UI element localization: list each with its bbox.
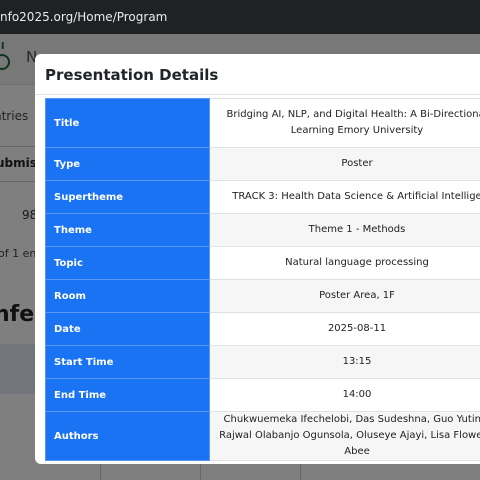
presentation-details-modal: Presentation Details Title Bridging AI, … (35, 54, 480, 464)
details-row-topic: Topic Natural language processing (45, 246, 480, 280)
row-value: Theme 1 - Methods (209, 213, 480, 247)
modal-title: Presentation Details (45, 66, 219, 84)
row-label: Type (45, 147, 210, 181)
row-value: Bridging AI, NLP, and Digital Health: A … (209, 98, 480, 148)
details-table: Title Bridging AI, NLP, and Digital Heal… (45, 98, 480, 461)
row-label: Supertheme (45, 180, 210, 214)
row-value: Poster (209, 147, 480, 181)
row-value: 14:00 (209, 378, 480, 412)
row-label: Topic (45, 246, 210, 280)
row-label: End Time (45, 378, 210, 412)
details-row-title: Title Bridging AI, NLP, and Digital Heal… (45, 98, 480, 148)
details-row-theme: Theme Theme 1 - Methods (45, 213, 480, 247)
row-value: 2025-08-11 (209, 312, 480, 346)
row-label: Authors (45, 411, 210, 461)
details-row-authors: Authors Chukwuemeka Ifechelobi, Das Sude… (45, 411, 480, 461)
modal-header: Presentation Details (35, 54, 480, 95)
row-label: Title (45, 98, 210, 148)
browser-address-bar[interactable]: nfo2025.org/Home/Program (0, 0, 480, 34)
row-value: Natural language processing (209, 246, 480, 280)
row-value: 13:15 (209, 345, 480, 379)
details-row-start-time: Start Time 13:15 (45, 345, 480, 379)
details-row-supertheme: Supertheme TRACK 3: Health Data Science … (45, 180, 480, 214)
row-value: TRACK 3: Health Data Science & Artificia… (209, 180, 480, 214)
row-value: Chukwuemeka Ifechelobi, Das Sudeshna, Gu… (209, 411, 480, 461)
details-row-date: Date 2025-08-11 (45, 312, 480, 346)
row-value: Poster Area, 1F (209, 279, 480, 313)
details-row-room: Room Poster Area, 1F (45, 279, 480, 313)
row-label: Room (45, 279, 210, 313)
details-row-end-time: End Time 14:00 (45, 378, 480, 412)
row-label: Start Time (45, 345, 210, 379)
url-text[interactable]: nfo2025.org/Home/Program (0, 10, 167, 24)
row-label: Theme (45, 213, 210, 247)
details-row-type: Type Poster (45, 147, 480, 181)
row-label: Date (45, 312, 210, 346)
